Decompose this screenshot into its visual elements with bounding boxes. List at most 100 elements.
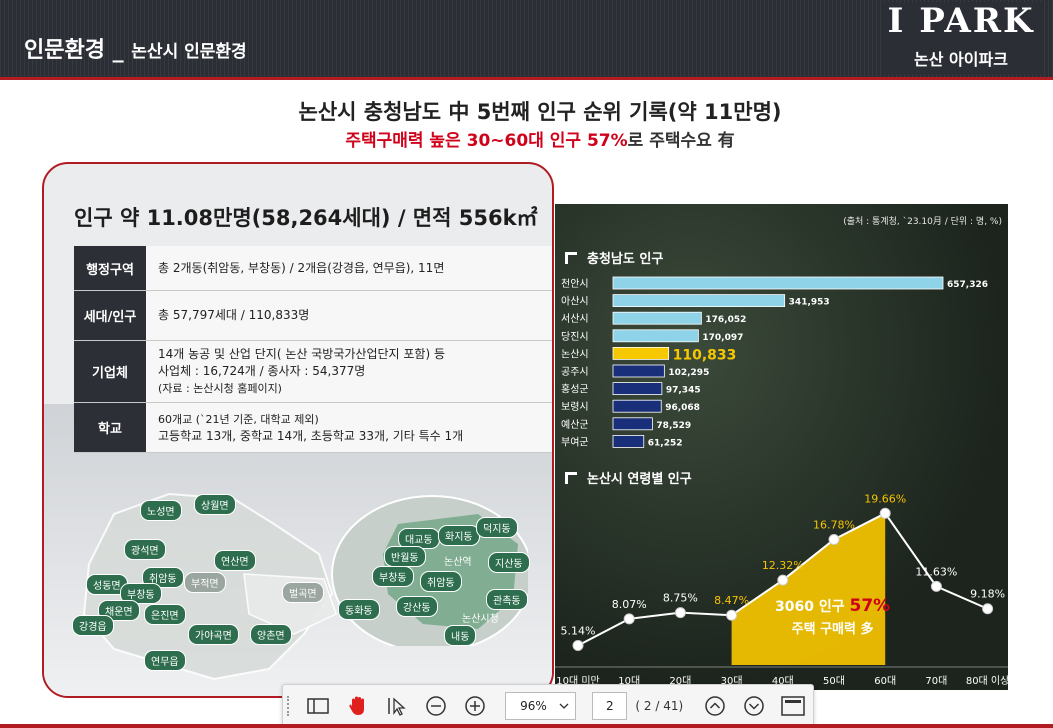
- info-key: 행정구역: [74, 246, 146, 290]
- info-value: 총 2개동(취암동, 부창동) / 2개읍(강경읍, 연무읍), 11면: [146, 246, 552, 290]
- x-tick-label: 50대: [823, 675, 845, 687]
- next-page-button[interactable]: [736, 690, 771, 722]
- highlight-area: [731, 513, 886, 665]
- chevron-down-icon: [559, 703, 569, 709]
- bar: [612, 294, 786, 308]
- statistics-panel: (출처 : 통계청, `23.10月 / 단위 : 명, %) 충청남도 인구 …: [555, 204, 1008, 690]
- card-title: 인구 약 11.08만명(58,264세대) / 면적 556k㎡: [74, 206, 538, 230]
- toolbar-grip-handle[interactable]: [287, 696, 299, 716]
- subheadline-highlight: 주택구매력 높은 30~60대 인구 57%: [345, 131, 628, 151]
- data-point: [930, 580, 942, 592]
- data-point: [777, 574, 789, 586]
- previous-page-button[interactable]: [697, 690, 732, 722]
- info-key: 기업체: [74, 341, 146, 402]
- bar: [612, 276, 944, 290]
- data-label: 19.66%: [864, 492, 906, 505]
- district-label: 내동: [444, 625, 477, 646]
- sidebar-toggle-button[interactable]: [301, 690, 336, 722]
- downtown-map: 대교동 화지동 덕지동 반월동 논산역 지산동 부창동 취암동 관촉동 동화동 …: [328, 484, 530, 646]
- bar: [612, 382, 663, 395]
- subheadline: 주택구매력 높은 30~60대 인구 57%로 주택수요 有: [0, 126, 1053, 151]
- chevron-up-circle-icon: [705, 696, 725, 716]
- bar-category-label: 당진시: [561, 331, 589, 343]
- bar-value-label: 176,052: [705, 315, 746, 325]
- population-bar-chart: 천안시 657,326 아산시 341,953 서산시 176,052 당진시 170,097…: [561, 276, 988, 448]
- district-label: 광석면: [124, 539, 166, 560]
- district-label: 가야곡면: [188, 624, 239, 645]
- bar-category-label: 예산군: [561, 419, 589, 431]
- bar: [612, 399, 662, 413]
- callout-line2: 주택 구매력 多: [791, 622, 874, 637]
- info-key: 학교: [74, 403, 146, 452]
- bar-value-label: 170,097: [702, 333, 743, 343]
- district-label: 연무읍: [144, 650, 186, 671]
- page-title: 인문환경 _ 논산시 인문환경: [24, 38, 247, 63]
- zoom-select[interactable]: 96%: [505, 692, 577, 720]
- district-label: 상월면: [194, 494, 236, 515]
- district-label: 반월동: [384, 546, 426, 567]
- x-tick-label: 60대: [874, 675, 896, 687]
- bar: [612, 434, 645, 448]
- sidebar-icon: [307, 698, 330, 714]
- info-key: 세대/인구: [74, 291, 146, 340]
- bar-value-label: 341,953: [789, 298, 830, 308]
- subheadline-rest: 로 주택수요 有: [627, 131, 735, 151]
- district-label: 양촌면: [250, 624, 292, 645]
- data-label: 16.78%: [813, 519, 855, 532]
- bar-value-label: 110,833: [673, 347, 737, 363]
- bar-category-label: 논산시: [561, 348, 589, 360]
- select-tool-button[interactable]: [379, 690, 414, 722]
- callout-percent: 57%: [849, 596, 891, 616]
- x-tick-label: 70대: [925, 675, 947, 687]
- page-subtitle: 논산시 인문환경: [131, 42, 247, 62]
- district-label: 강산동: [396, 596, 438, 617]
- slide-header: 인문환경 _ 논산시 인문환경 I PARK 논산 아이파크: [0, 0, 1053, 78]
- bar: [612, 347, 670, 360]
- district-label: 은진면: [144, 604, 186, 625]
- age-line-chart: 5.14%10대 미만8.07%10대8.75%20대8.47%30대12.32…: [555, 492, 1008, 687]
- bar-category-label: 부여군: [561, 436, 589, 448]
- viewer-toolbar: 96% 2 ( 2 / 41): [282, 684, 814, 728]
- headline: 논산시 충청남도 中 5번째 인구 순위 기록(약 11만명): [298, 100, 782, 124]
- bar-category-label: 서산시: [561, 313, 589, 325]
- bar-category-label: 홍성군: [561, 383, 589, 396]
- overview-card: 인구 약 11.08만명(58,264세대) / 면적 556k㎡ 행정구역 총…: [42, 162, 554, 698]
- callout-line1: 3060 인구: [775, 599, 850, 615]
- info-table: 행정구역 총 2개동(취암동, 부창동) / 2개읍(강경읍, 연무읍), 11…: [74, 246, 552, 453]
- data-label: 8.47%: [714, 594, 749, 607]
- district-label: 덕지동: [476, 517, 518, 538]
- callout-box: 3060 인구 57% 주택 구매력 多: [775, 596, 890, 637]
- data-point: [726, 609, 738, 621]
- data-label: 9.18%: [970, 588, 1005, 601]
- zoom-value: 96%: [520, 699, 547, 713]
- bar: [612, 311, 702, 325]
- info-row: 학교 60개교 (`21년 기준, 대학교 제외) 고등학교 13개, 중학교 …: [74, 403, 552, 453]
- district-label: 부적면: [184, 572, 226, 593]
- x-tick-label: 80대 이상: [966, 675, 1008, 687]
- fit-page-button[interactable]: [776, 690, 811, 722]
- page-count: ( 2 / 41): [635, 699, 684, 713]
- bar: [612, 329, 699, 343]
- brand-box: I PARK 논산 아이파크: [881, 2, 1041, 74]
- brand-logo: I PARK: [887, 1, 1035, 41]
- zoom-out-button[interactable]: [419, 690, 454, 722]
- data-point: [879, 507, 891, 519]
- data-label: 11.63%: [915, 565, 957, 578]
- hand-icon: [349, 696, 364, 715]
- hand-tool-button[interactable]: [340, 690, 375, 722]
- district-label: 부창동: [372, 566, 414, 587]
- info-row: 행정구역 총 2개동(취암동, 부창동) / 2개읍(강경읍, 연무읍), 11…: [74, 246, 552, 291]
- bar-category-label: 아산시: [561, 296, 589, 308]
- text-select-icon: [388, 697, 406, 716]
- district-label: 관촉동: [486, 589, 528, 610]
- data-label: 8.07%: [612, 598, 647, 611]
- page-number-input[interactable]: 2: [592, 692, 628, 720]
- district-label: 동화동: [338, 599, 380, 620]
- zoom-in-button[interactable]: [458, 690, 493, 722]
- bar-chart-title: 충청남도 인구: [565, 248, 663, 267]
- viewer-window: 인문환경 _ 논산시 인문환경 I PARK 논산 아이파크 논산시 충청남도 …: [0, 0, 1053, 728]
- bar-category-label: 보령시: [561, 401, 589, 413]
- data-point: [674, 607, 686, 619]
- data-label: 12.32%: [762, 559, 804, 572]
- chevron-down-circle-icon: [744, 696, 764, 716]
